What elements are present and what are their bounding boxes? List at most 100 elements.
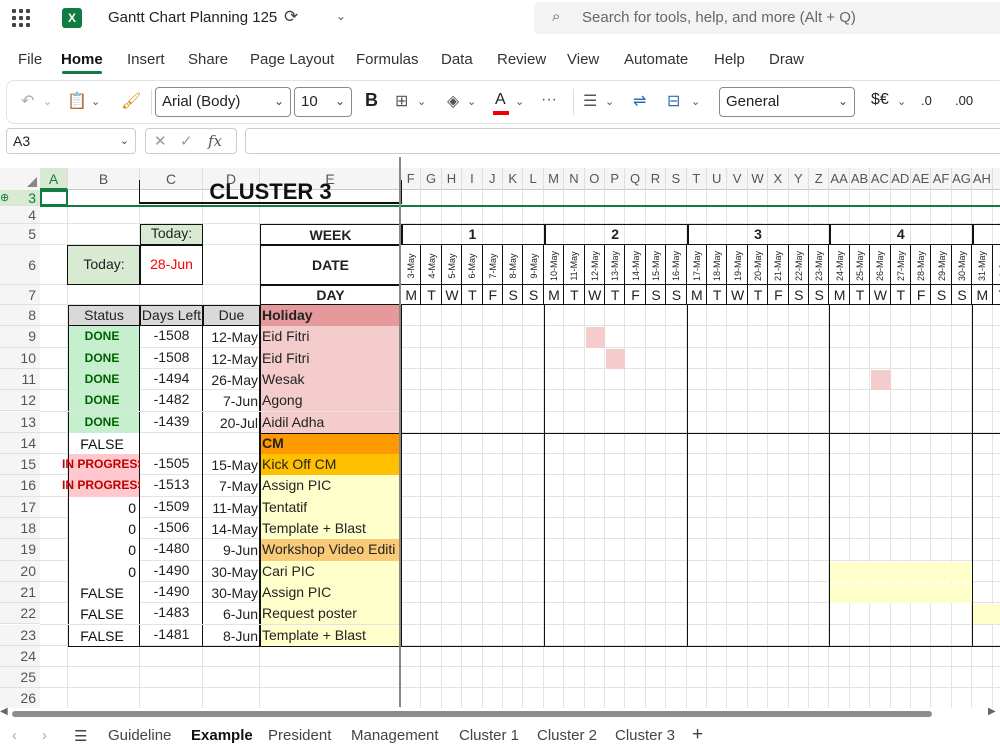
status-value[interactable]: 0 <box>68 542 136 558</box>
status-value[interactable]: IN PROGRESS <box>62 478 140 492</box>
column-header-w[interactable]: W <box>748 168 769 190</box>
row-header-15[interactable]: 15 <box>0 454 40 476</box>
status-value[interactable]: DONE <box>68 393 136 407</box>
task-name[interactable]: Assign PIC <box>262 477 399 493</box>
gantt-bar-wesak[interactable] <box>871 369 891 391</box>
gantt-bar-request-poster[interactable] <box>973 604 1000 625</box>
name-box[interactable]: A3 ⌄ <box>6 128 136 154</box>
days-left-value[interactable]: -1508 <box>140 349 203 365</box>
formula-input[interactable] <box>245 128 1000 154</box>
due-value[interactable]: 12-May <box>203 329 260 345</box>
column-header-af[interactable]: AF <box>931 168 952 190</box>
column-header-h[interactable]: H <box>442 168 463 190</box>
column-header-i[interactable]: I <box>462 168 483 190</box>
add-sheet-icon[interactable]: + <box>692 724 703 746</box>
column-header-ab[interactable]: AB <box>850 168 871 190</box>
column-header-k[interactable]: K <box>503 168 524 190</box>
column-header-g[interactable]: G <box>421 168 442 190</box>
column-header-x[interactable]: X <box>768 168 789 190</box>
prev-sheet-icon[interactable]: ‹ <box>12 727 17 744</box>
row-header-22[interactable]: 22 <box>0 603 40 625</box>
days-left-value[interactable]: -1505 <box>140 455 203 471</box>
menu-file[interactable]: File <box>18 51 42 68</box>
column-header-j[interactable]: J <box>483 168 503 190</box>
paste-icon[interactable]: 📋 <box>67 91 87 111</box>
days-left-value[interactable]: -1481 <box>140 626 203 642</box>
font-color-icon[interactable]: A <box>495 91 506 109</box>
row-header-5[interactable]: 5 <box>0 224 40 245</box>
row-header-11[interactable]: 11 <box>0 368 40 391</box>
app-launcher-icon[interactable] <box>12 9 30 27</box>
row-header-25[interactable]: 25 <box>0 667 40 689</box>
row-header-17[interactable]: 17 <box>0 496 40 518</box>
task-name[interactable]: Template + Blast <box>262 520 399 536</box>
due-value[interactable]: 6-Jun <box>203 606 260 622</box>
row-header-12[interactable]: 12 <box>0 390 40 412</box>
row-header-10[interactable]: 10 <box>0 347 40 369</box>
bold-button[interactable]: B <box>365 90 378 111</box>
menu-formulas[interactable]: Formulas <box>356 51 419 68</box>
column-header-r[interactable]: R <box>646 168 667 190</box>
scroll-left-icon[interactable]: ◀ <box>0 706 8 717</box>
undo-icon[interactable]: ↶ <box>21 91 34 111</box>
task-name[interactable]: Wesak <box>262 371 399 387</box>
gantt-bar-eid-fitri[interactable] <box>606 348 626 369</box>
column-header-m[interactable]: M <box>544 168 565 190</box>
status-value[interactable]: 0 <box>68 521 136 537</box>
task-name[interactable]: Workshop Video Editi <box>262 541 399 557</box>
currency-dropdown-icon[interactable]: ⌄ <box>897 95 906 108</box>
column-header-t[interactable]: T <box>687 168 707 190</box>
menu-home[interactable]: Home <box>61 51 103 68</box>
task-name[interactable]: Tentatif <box>262 499 399 515</box>
days-left-value[interactable]: -1490 <box>140 562 203 578</box>
days-left-value[interactable]: -1482 <box>140 391 203 407</box>
chevron-down-icon[interactable]: ⌄ <box>336 9 346 23</box>
menu-data[interactable]: Data <box>441 51 473 68</box>
days-left-value[interactable]: -1513 <box>140 476 203 492</box>
column-header-p[interactable]: P <box>605 168 626 190</box>
menu-page-layout[interactable]: Page Layout <box>250 51 334 68</box>
tab-example[interactable]: Example <box>191 727 253 744</box>
scrollbar-thumb[interactable] <box>12 711 932 717</box>
gantt-bar-eid-fitri[interactable] <box>585 327 605 348</box>
days-left-value[interactable]: -1506 <box>140 519 203 535</box>
due-value[interactable]: 14-May <box>203 521 260 537</box>
status-value[interactable]: 0 <box>68 564 136 580</box>
borders-icon[interactable]: ⊞ <box>395 91 408 111</box>
workbook-title[interactable]: Gantt Chart Planning 125 <box>108 9 277 26</box>
row-header-24[interactable]: 24 <box>0 645 40 668</box>
task-name[interactable]: Holiday <box>262 307 399 323</box>
task-name[interactable]: Aidil Adha <box>262 414 399 430</box>
horizontal-scrollbar[interactable]: ◀ ▶ <box>0 706 1000 720</box>
tab-cluster-3[interactable]: Cluster 3 <box>615 727 675 744</box>
font-size-dropdown[interactable]: 10 ⌄ <box>294 87 352 117</box>
days-left-value[interactable]: -1439 <box>140 413 203 429</box>
task-name[interactable]: Eid Fitri <box>262 328 399 344</box>
currency-button[interactable]: $€ <box>871 91 889 109</box>
status-value[interactable]: DONE <box>68 351 136 365</box>
tab-guideline[interactable]: Guideline <box>108 727 171 744</box>
column-header-ag[interactable]: AG <box>952 168 973 190</box>
merge-dropdown-icon[interactable]: ⌄ <box>691 95 700 108</box>
due-value[interactable]: 7-Jun <box>203 393 260 409</box>
column-header-b[interactable]: B <box>68 168 140 190</box>
task-name[interactable]: CM <box>262 435 399 451</box>
row-header-4[interactable]: 4 <box>0 206 40 224</box>
sync-icon[interactable]: ⟳ <box>284 7 298 27</box>
tab-management[interactable]: Management <box>351 727 439 744</box>
menu-share[interactable]: Share <box>188 51 228 68</box>
due-value[interactable]: 8-Jun <box>203 628 260 644</box>
column-header-s[interactable]: S <box>666 168 687 190</box>
column-header-n[interactable]: N <box>564 168 585 190</box>
due-value[interactable]: 30-May <box>203 585 260 601</box>
undo-dropdown-icon[interactable]: ⌄ <box>43 95 52 108</box>
number-format-dropdown[interactable]: General ⌄ <box>719 87 855 117</box>
days-left-value[interactable]: -1483 <box>140 604 203 620</box>
task-name[interactable]: Request poster <box>262 605 399 621</box>
due-value[interactable]: 26-May <box>203 372 260 388</box>
scroll-right-icon[interactable]: ▶ <box>988 706 996 717</box>
spreadsheet-grid[interactable]: A B C D E F G H I J K L M N O P Q R S T U V W X Y Z AA AB AC AD AE AF AG… <box>0 168 1000 708</box>
row-header-6[interactable]: 6 <box>0 245 40 285</box>
due-value[interactable]: 15-May <box>203 457 260 473</box>
row-header-18[interactable]: 18 <box>0 518 40 540</box>
